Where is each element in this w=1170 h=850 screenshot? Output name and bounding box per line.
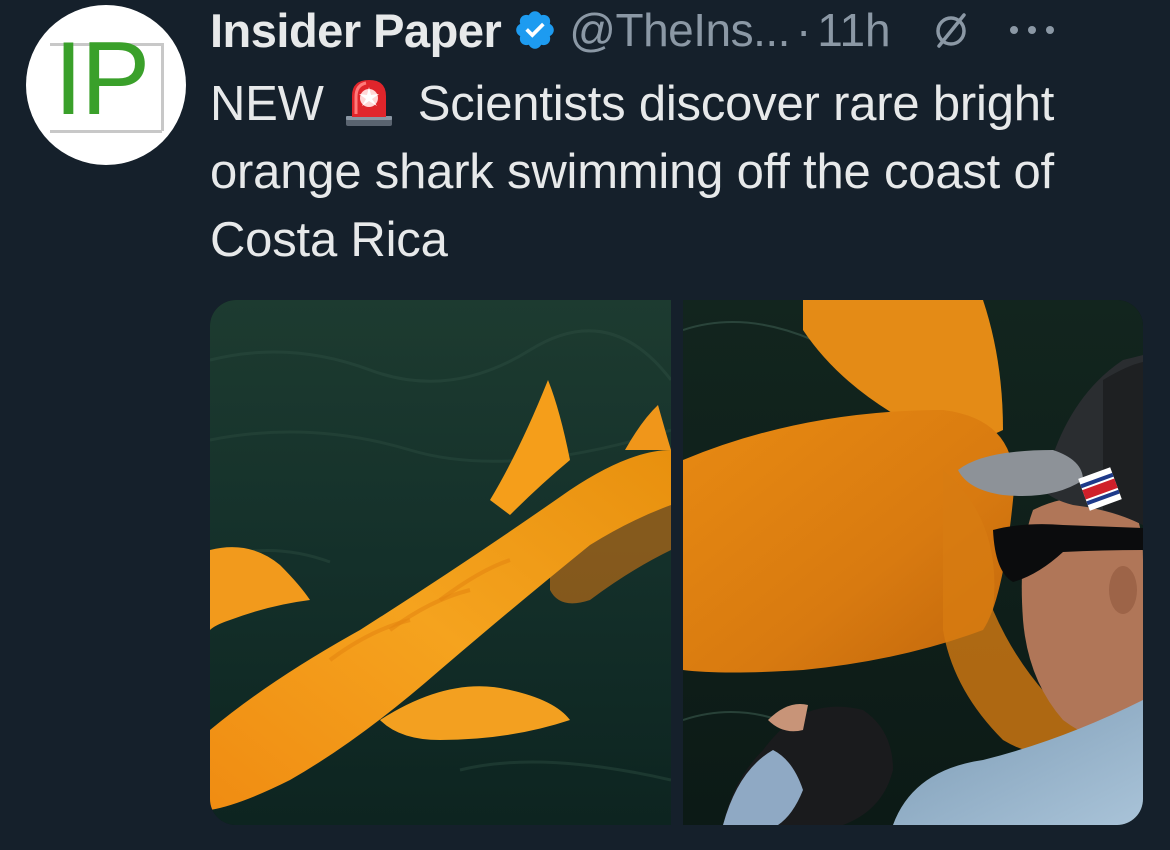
siren-emoji [342, 74, 396, 128]
tweet[interactable]: IP Insider Paper @TheIns... · 11h NEW Sc… [0, 0, 1170, 850]
separator-dot: · [795, 4, 812, 56]
display-name[interactable]: Insider Paper [210, 3, 502, 58]
insider-paper-logo: IP [44, 27, 168, 137]
tweet-prefix: NEW [210, 77, 324, 131]
timestamp[interactable]: 11h [817, 3, 890, 57]
tweet-text: NEW Scientists discover rare bright oran… [210, 70, 1130, 274]
media-grid[interactable] [210, 300, 1143, 825]
logo-text: IP [54, 21, 150, 137]
user-handle[interactable]: @TheIns... [569, 3, 790, 57]
tweet-header: Insider Paper @TheIns... · 11h [210, 2, 1150, 58]
verified-badge-icon[interactable] [513, 8, 557, 52]
avatar[interactable]: IP [26, 5, 186, 165]
orange-shark-held-by-man-photo[interactable] [683, 300, 1143, 825]
orange-shark-swimming-photo[interactable] [210, 300, 671, 825]
no-pin-icon[interactable] [931, 10, 971, 50]
media-divider [671, 300, 683, 825]
more-options-icon[interactable] [1007, 20, 1057, 40]
tweet-body: Scientists discover rare bright orange s… [210, 77, 1055, 267]
